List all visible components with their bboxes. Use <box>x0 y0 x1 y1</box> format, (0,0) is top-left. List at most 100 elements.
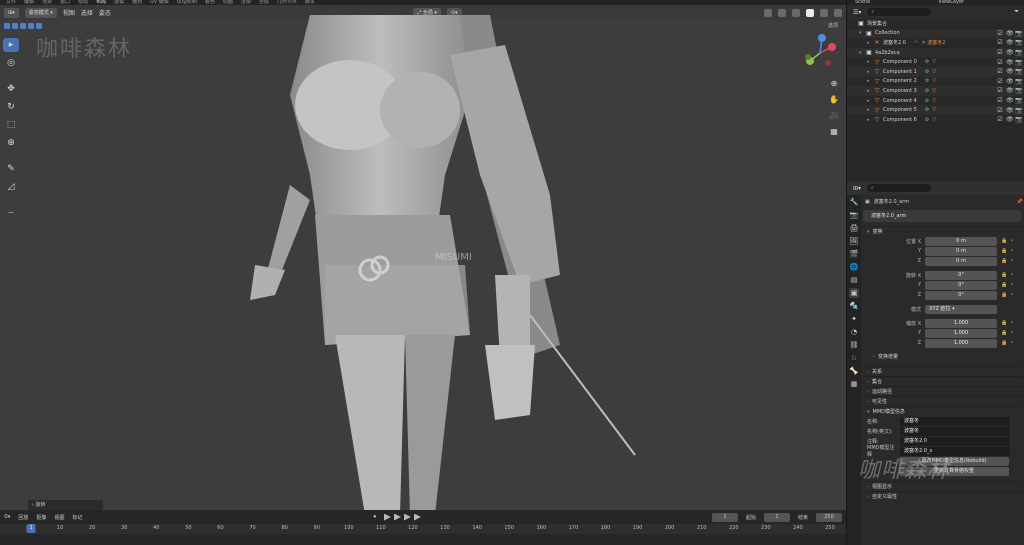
select-extend-icon[interactable] <box>12 23 18 29</box>
start-frame-field[interactable]: 1 <box>763 512 790 522</box>
menu-select[interactable]: 选择 <box>81 8 93 17</box>
exclude-checkbox[interactable]: ☑ <box>997 59 1003 66</box>
timeline-editor-icon[interactable]: ⏱▾ <box>4 514 10 520</box>
select-new-icon[interactable] <box>4 23 10 29</box>
section-relations[interactable]: › 关系 <box>863 366 1023 376</box>
exclude-checkbox[interactable]: ☑ <box>997 78 1003 85</box>
outliner-row[interactable]: ▸ ▽ Component 5 ⚙ ▽ ☑ 👁 📷 <box>847 105 1024 115</box>
camera-icon[interactable]: 📷 <box>1015 97 1022 104</box>
eye-icon[interactable]: 👁 <box>1006 87 1014 94</box>
shading-wireframe[interactable] <box>792 8 801 17</box>
eye-icon[interactable]: 👁 <box>1006 68 1014 75</box>
playback-controls[interactable] <box>383 513 421 521</box>
frame-ruler[interactable]: 0102030405060708090100110120130140150160… <box>0 524 846 534</box>
outliner-badge-icon[interactable]: ⚙ <box>925 98 929 104</box>
properties-search-input[interactable]: ⌕ <box>867 184 932 192</box>
rotate-icon[interactable]: ↻ <box>3 100 19 114</box>
outliner-badge-icon[interactable]: ♘ <box>914 39 918 46</box>
scale-z-field[interactable]: 1.000 <box>925 338 997 348</box>
select-subtract-icon[interactable] <box>20 23 26 29</box>
camera-icon[interactable]: 📷 <box>1015 39 1022 46</box>
section-collections[interactable]: › 集合 <box>863 376 1023 386</box>
keyframe-dot-icon[interactable]: • <box>1010 258 1013 264</box>
keyframe-dot-icon[interactable]: • <box>1010 292 1013 298</box>
scale-icon[interactable]: ⬚ <box>3 118 19 132</box>
camera-icon[interactable]: 📷 <box>1015 87 1022 94</box>
xray-toggle[interactable] <box>778 8 787 17</box>
eye-icon[interactable]: 👁 <box>1006 116 1014 123</box>
outliner-row[interactable]: ▸ ▽ Component 2 ⚙ ▽ ☑ 👁 📷 <box>847 77 1024 87</box>
outliner-badge-icon[interactable]: ⚙ <box>925 117 929 123</box>
keyframe-dot-icon[interactable]: • <box>1010 248 1013 254</box>
exclude-checkbox[interactable]: ☑ <box>997 68 1003 75</box>
outliner-row[interactable]: ▸ ▽ Component 1 ⚙ ▽ ☑ 👁 📷 <box>847 66 1024 77</box>
outliner-badge-icon[interactable]: ▽ <box>932 69 936 75</box>
rotation-z-field[interactable]: 0° <box>925 290 997 300</box>
outliner-row[interactable]: ▾ ▣ 4a2b2eca ☑ 👁 📷 <box>847 47 1024 58</box>
location-y-field[interactable]: 0 m <box>925 246 997 256</box>
lock-icon[interactable]: 🔒 <box>1001 258 1007 264</box>
texture-tab-icon[interactable]: ▦ <box>849 379 859 389</box>
eye-icon[interactable]: 👁 <box>1006 59 1014 66</box>
lock-icon[interactable]: 🔒 <box>1001 330 1007 336</box>
filter-icon[interactable]: ⏷ <box>1014 8 1019 16</box>
mmd-comment-field[interactable]: 波塞冬2.0 <box>900 436 1010 446</box>
menu-view[interactable]: 视图 <box>63 8 75 17</box>
mmd-name-en-field[interactable]: 波塞冬 <box>900 426 1010 436</box>
camera-icon[interactable]: 📷 <box>1015 49 1022 56</box>
zoom-icon[interactable]: ⊕ <box>829 79 839 89</box>
outliner-row[interactable]: ▣ 场景集合 <box>847 19 1024 29</box>
location-x-field[interactable]: 0 m <box>925 236 997 246</box>
keyframe-dot-icon[interactable]: • <box>1010 320 1013 326</box>
eye-icon[interactable]: 👁 <box>1006 107 1014 114</box>
rotation-x-field[interactable]: 0° <box>925 270 997 280</box>
scene-tab-icon[interactable]: 🎬 <box>849 249 859 259</box>
lock-icon[interactable]: 🔒 <box>1001 282 1007 288</box>
section-delta-transform[interactable]: › 变换增量 <box>863 352 1023 362</box>
jump-start-icon[interactable] <box>383 513 391 521</box>
eye-icon[interactable]: 👁 <box>1006 30 1014 37</box>
rotation-mode-select[interactable]: XYZ 欧拉 ▾ <box>925 304 997 314</box>
outliner-search-input[interactable]: ⌕ <box>867 8 932 16</box>
lock-icon[interactable]: 🔒 <box>1001 272 1007 278</box>
transform-icon[interactable]: ⊕ <box>3 136 19 150</box>
collection-tab-icon[interactable]: ▤ <box>849 275 859 285</box>
section-mmd-model-info[interactable]: ▾ MMD模型信息 <box>863 406 1023 416</box>
3d-viewport[interactable]: ⊞▾ 姿态模式 ▾ 视图 选择 姿态 ⤢ 全局 ▾ ⊙▾ 选项 ▸ ◎ ✥ ↻ … <box>0 5 846 510</box>
navigation-gizmo[interactable] <box>800 33 840 73</box>
camera-icon[interactable]: 📷 <box>1015 116 1022 123</box>
menu-pose[interactable]: 姿态 <box>99 8 111 17</box>
keyframe-dot-icon[interactable]: • <box>1010 272 1013 278</box>
lock-icon[interactable]: 🔒 <box>1001 340 1007 346</box>
eye-icon[interactable]: 👁 <box>1006 78 1014 85</box>
constraints-tab-icon[interactable]: ⛓ <box>849 340 859 350</box>
camera-icon[interactable]: 📷 <box>1015 30 1022 37</box>
outliner-badge-icon[interactable]: ▽ <box>932 59 936 65</box>
camera-icon[interactable]: 📷 <box>1015 107 1022 114</box>
timeline-menu-keying[interactable]: 抠像 <box>36 514 46 521</box>
outliner-row[interactable]: ▸ ▽ Component 4 ⚙ ▽ ☑ 👁 📷 <box>847 96 1024 106</box>
selection-mode-buttons[interactable] <box>4 23 42 29</box>
keyframe-dot-icon[interactable]: • <box>1010 340 1013 346</box>
outliner-badge-icon[interactable]: ⚙ <box>925 107 929 113</box>
character-model[interactable]: MISUMI <box>230 15 650 510</box>
outliner-row[interactable]: ▸ ✕ 波塞冬2.0 ♘ ✕ 波塞冬2 ☑ 👁 📷 <box>847 38 1024 48</box>
render-tab-icon[interactable]: 📷 <box>849 210 859 220</box>
keyframe-dot-icon[interactable]: • <box>1010 330 1013 336</box>
section-transform[interactable]: ▾ 变换 <box>863 226 1023 236</box>
object-tab-icon[interactable]: ▣ <box>849 288 859 298</box>
shading-material[interactable] <box>820 8 829 17</box>
pose-relax-icon[interactable]: ⌣ <box>3 206 19 220</box>
output-tab-icon[interactable]: 🖨 <box>849 223 859 233</box>
data-tab-icon[interactable]: ♘ <box>849 353 859 363</box>
scale-x-field[interactable]: 1.000 <box>925 318 997 328</box>
camera-icon[interactable]: 📷 <box>1015 68 1022 75</box>
camera-icon[interactable]: 📷 <box>1015 59 1022 66</box>
outliner-row[interactable]: ▸ ▽ Component 3 ⚙ ▽ ☑ 👁 📷 <box>847 86 1024 96</box>
select-intersect-icon[interactable] <box>36 23 42 29</box>
particles-tab-icon[interactable]: ✦ <box>849 314 859 324</box>
timeline-menu-view[interactable]: 视图 <box>54 514 64 521</box>
pan-hand-icon[interactable]: ✋ <box>829 95 839 105</box>
keyframe-dot-icon[interactable]: • <box>1010 282 1013 288</box>
lock-icon[interactable]: 🔒 <box>1001 320 1007 326</box>
